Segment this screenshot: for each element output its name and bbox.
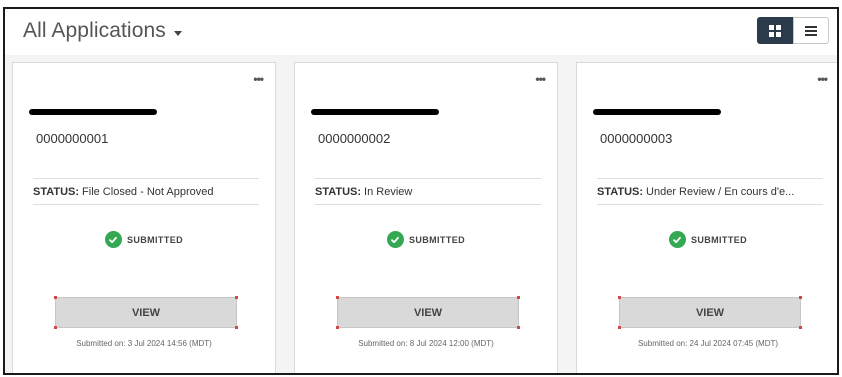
corner-marker <box>336 326 339 329</box>
page-title: All Applications <box>23 19 166 42</box>
application-card: ••• 0000000001 STATUS: File Closed - Not… <box>12 62 276 373</box>
status-label: STATUS: <box>315 185 362 198</box>
status-label: STATUS: <box>597 185 644 198</box>
submitted-timestamp: Submitted on: 8 Jul 2024 12:00 (MDT) <box>358 339 494 348</box>
application-number: 0000000001 <box>36 131 109 146</box>
corner-marker <box>54 326 57 329</box>
application-number: 0000000003 <box>600 131 673 146</box>
application-card: ••• 0000000003 STATUS: Under Review / En… <box>576 62 837 373</box>
badge-label: SUBMITTED <box>690 234 748 245</box>
submitted-timestamp: Submitted on: 3 Jul 2024 14:56 (MDT) <box>76 339 212 348</box>
list-icon <box>805 25 817 36</box>
page-header: All Applications <box>5 9 837 55</box>
submitted-badge: SUBMITTED <box>13 231 275 248</box>
status-row: STATUS: File Closed - Not Approved <box>33 178 259 205</box>
card-more-options-icon[interactable]: ••• <box>253 73 264 85</box>
applications-filter-dropdown[interactable]: All Applications <box>23 19 182 43</box>
view-button[interactable]: VIEW <box>619 297 801 328</box>
redacted-application-name <box>29 109 157 115</box>
submitted-badge: SUBMITTED <box>577 231 837 248</box>
view-button[interactable]: VIEW <box>337 297 519 328</box>
check-circle-icon <box>668 231 686 248</box>
corner-marker <box>799 326 802 329</box>
corner-marker <box>517 296 520 299</box>
corner-marker <box>54 296 57 299</box>
grid-view-button[interactable] <box>757 17 793 44</box>
application-cards: ••• 0000000001 STATUS: File Closed - Not… <box>12 62 837 373</box>
view-button[interactable]: VIEW <box>55 297 237 328</box>
card-more-options-icon[interactable]: ••• <box>817 73 828 85</box>
badge-label: SUBMITTED <box>408 234 466 245</box>
status-value: In Review <box>364 185 413 198</box>
badge-label: SUBMITTED <box>126 234 184 245</box>
corner-marker <box>618 296 621 299</box>
application-number: 0000000002 <box>318 131 391 146</box>
corner-marker <box>618 326 621 329</box>
corner-marker <box>235 296 238 299</box>
grid-icon <box>769 24 781 37</box>
status-label: STATUS: <box>33 185 80 198</box>
corner-marker <box>235 326 238 329</box>
submitted-badge: SUBMITTED <box>295 231 557 248</box>
redacted-application-name <box>311 109 439 115</box>
corner-marker <box>517 326 520 329</box>
check-circle-icon <box>104 231 122 248</box>
submitted-timestamp: Submitted on: 24 Jul 2024 07:45 (MDT) <box>637 339 779 348</box>
check-circle-icon <box>386 231 404 248</box>
view-mode-toggle <box>757 17 829 44</box>
status-value: Under Review / En cours d'e... <box>646 185 795 198</box>
caret-down-icon <box>173 30 182 36</box>
status-row: STATUS: Under Review / En cours d'e... <box>597 178 823 205</box>
status-value: File Closed - Not Approved <box>82 185 214 198</box>
status-row: STATUS: In Review <box>315 178 541 205</box>
list-view-button[interactable] <box>793 17 829 44</box>
redacted-application-name <box>593 109 721 115</box>
applications-panel: All Applications ••• 0000000001 STATUS: … <box>3 7 839 375</box>
card-more-options-icon[interactable]: ••• <box>535 73 546 85</box>
corner-marker <box>799 296 802 299</box>
application-card: ••• 0000000002 STATUS: In Review SUBMITT… <box>294 62 558 373</box>
corner-marker <box>336 296 339 299</box>
